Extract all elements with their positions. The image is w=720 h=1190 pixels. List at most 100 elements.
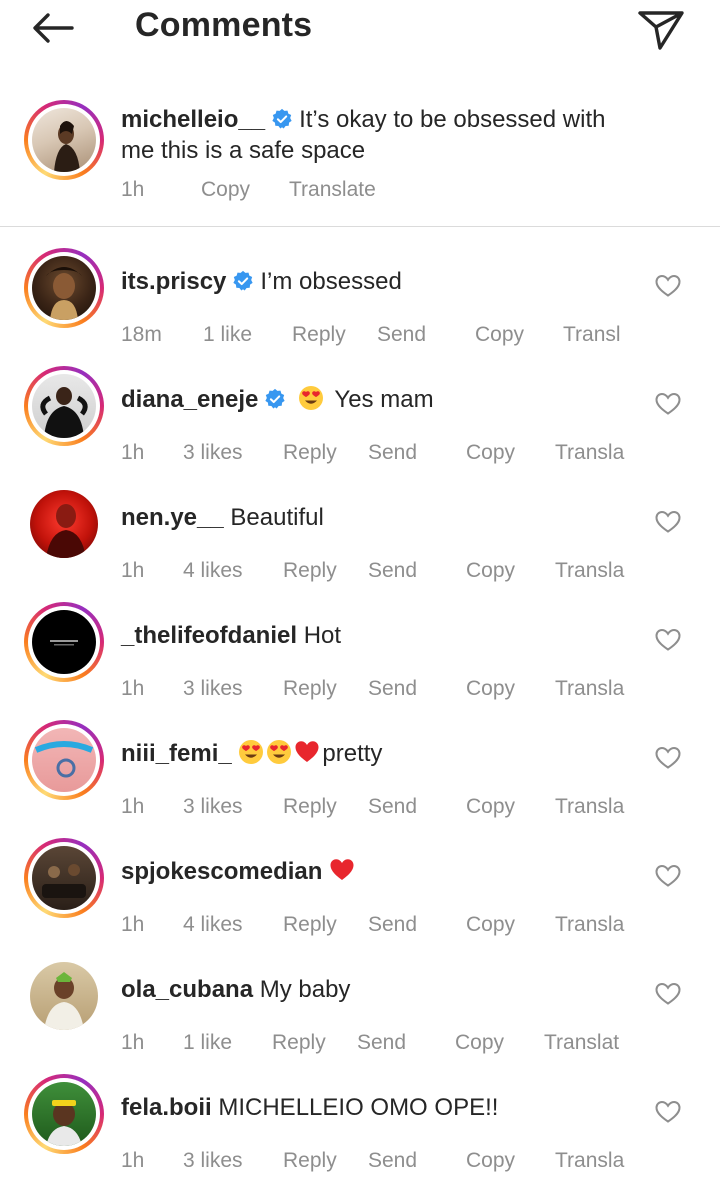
comment-item: fela.boii MICHELLEIO OMO OPE!! 1h 3 like… [0, 1072, 720, 1190]
reply-button[interactable]: Reply [283, 913, 337, 937]
comment-item: _thelifeofdaniel Hot 1h 3 likes Reply Se… [0, 600, 720, 718]
page-title: Comments [135, 6, 313, 44]
verified-badge-icon [233, 270, 254, 291]
username[interactable]: ola_cubana [121, 976, 253, 1003]
heart-outline-icon[interactable] [655, 746, 681, 770]
timestamp: 1h [121, 677, 145, 700]
copy-button[interactable]: Copy [466, 677, 515, 701]
caption-text-line1: It’s okay to be obsessed with [299, 106, 606, 133]
reply-button[interactable]: Reply [283, 441, 337, 465]
username[interactable]: spjokescomedian [121, 858, 322, 885]
username[interactable]: michelleio__ [121, 106, 265, 133]
translate-button[interactable]: Transla [555, 913, 624, 937]
translate-button[interactable]: Transl [563, 323, 621, 347]
translate-button[interactable]: Transla [555, 795, 624, 819]
send-button[interactable]: Send [368, 677, 417, 701]
username[interactable]: fela.boii [121, 1094, 212, 1121]
heart-outline-icon[interactable] [655, 628, 681, 652]
likes-count[interactable]: 4 likes [183, 913, 243, 937]
avatar[interactable] [24, 248, 104, 328]
avatar[interactable] [24, 956, 104, 1036]
comment-body: Yes mam [334, 386, 434, 413]
username[interactable]: diana_eneje [121, 386, 258, 413]
comment-meta: 1h 4 likes Reply Send Copy Transla [0, 913, 720, 943]
reply-button[interactable]: Reply [283, 1149, 337, 1173]
heart-outline-icon[interactable] [655, 392, 681, 416]
header-bar: Comments [0, 0, 720, 56]
likes-count[interactable]: 3 likes [183, 1149, 243, 1173]
send-button[interactable]: Send [368, 795, 417, 819]
comment-item: ola_cubana My baby 1h 1 like Reply Send … [0, 954, 720, 1072]
comment-meta: 1h 1 like Reply Send Copy Translat [0, 1031, 720, 1061]
caption-text-line2: me this is a safe space [121, 137, 366, 164]
reply-button[interactable]: Reply [292, 323, 346, 347]
heart-outline-icon[interactable] [655, 982, 681, 1006]
translate-button[interactable]: Transla [555, 441, 624, 465]
avatar[interactable] [24, 100, 104, 180]
timestamp: 1h [121, 1031, 145, 1054]
translate-button[interactable]: Translat [544, 1031, 619, 1055]
comment-body: MICHELLEIO OMO OPE!! [218, 1094, 499, 1121]
verified-badge-icon [265, 388, 286, 409]
send-button[interactable]: Send [368, 441, 417, 465]
username[interactable]: its.priscy [121, 268, 226, 295]
likes-count[interactable]: 4 likes [183, 559, 243, 583]
heart-outline-icon[interactable] [655, 510, 681, 534]
copy-button[interactable]: Copy [475, 323, 524, 347]
likes-count[interactable]: 3 likes [183, 795, 243, 819]
avatar[interactable] [24, 720, 104, 800]
copy-button[interactable]: Copy [466, 1149, 515, 1173]
verified-badge-icon [272, 108, 292, 129]
heart-eyes-emoji [299, 386, 324, 410]
timestamp: 18m [121, 323, 162, 346]
avatar[interactable] [24, 838, 104, 918]
likes-count[interactable]: 3 likes [183, 677, 243, 701]
copy-button[interactable]: Copy [466, 441, 515, 465]
reply-button[interactable]: Reply [283, 677, 337, 701]
translate-button[interactable]: Transla [555, 677, 624, 701]
copy-button[interactable]: Copy [466, 795, 515, 819]
timestamp: 1h [121, 1149, 145, 1172]
reply-button[interactable]: Reply [283, 559, 337, 583]
send-button[interactable]: Send [368, 559, 417, 583]
timestamp: 1h [121, 559, 145, 582]
heart-outline-icon[interactable] [655, 1100, 681, 1124]
avatar[interactable] [24, 602, 104, 682]
username[interactable]: nen.ye__ [121, 504, 224, 531]
reply-button[interactable]: Reply [283, 795, 337, 819]
copy-button[interactable]: Copy [466, 559, 515, 583]
avatar[interactable] [24, 366, 104, 446]
comment-meta: 1h 3 likes Reply Send Copy Transla [0, 441, 720, 471]
avatar[interactable] [24, 484, 104, 564]
likes-count[interactable]: 3 likes [183, 441, 243, 465]
heart-outline-icon[interactable] [655, 864, 681, 888]
comment-item: diana_eneje Yes mam 1h 3 likes Reply Send… [0, 364, 720, 482]
username[interactable]: _thelifeofdaniel [121, 622, 297, 649]
heart-outline-icon[interactable] [655, 274, 681, 298]
username[interactable]: niii_femi_ [121, 740, 232, 767]
copy-button[interactable]: Copy [466, 913, 515, 937]
send-button[interactable]: Send [357, 1031, 406, 1055]
comment-body: Hot [303, 622, 342, 649]
translate-button[interactable]: Transla [555, 559, 624, 583]
paper-plane-icon[interactable] [634, 4, 688, 52]
likes-count[interactable]: 1 like [183, 1031, 232, 1055]
red-heart-emoji [295, 741, 319, 762]
send-button[interactable]: Send [368, 913, 417, 937]
comment-item: its.priscy I’m obsessed 18m 1 like Reply … [0, 246, 720, 364]
send-button[interactable]: Send [377, 323, 426, 347]
copy-button[interactable]: Copy [455, 1031, 504, 1055]
caption-text: michelleio__ It’s okay to be obsessed wit… [121, 104, 605, 135]
avatar[interactable] [24, 1074, 104, 1154]
reply-button[interactable]: Reply [272, 1031, 326, 1055]
translate-button[interactable]: Transla [555, 1149, 624, 1173]
translate-button[interactable]: Translate [289, 178, 376, 202]
comment-text: nen.ye__ Beautiful [121, 502, 324, 533]
copy-button[interactable]: Copy [201, 178, 250, 202]
comment-body: I’m obsessed [260, 268, 402, 295]
arrow-left-icon[interactable] [28, 8, 78, 48]
caption: michelleio__ It’s okay to be obsessed wit… [0, 92, 720, 227]
comment-item: nen.ye__ Beautiful 1h 4 likes Reply Send… [0, 482, 720, 600]
send-button[interactable]: Send [368, 1149, 417, 1173]
likes-count[interactable]: 1 like [203, 323, 252, 347]
